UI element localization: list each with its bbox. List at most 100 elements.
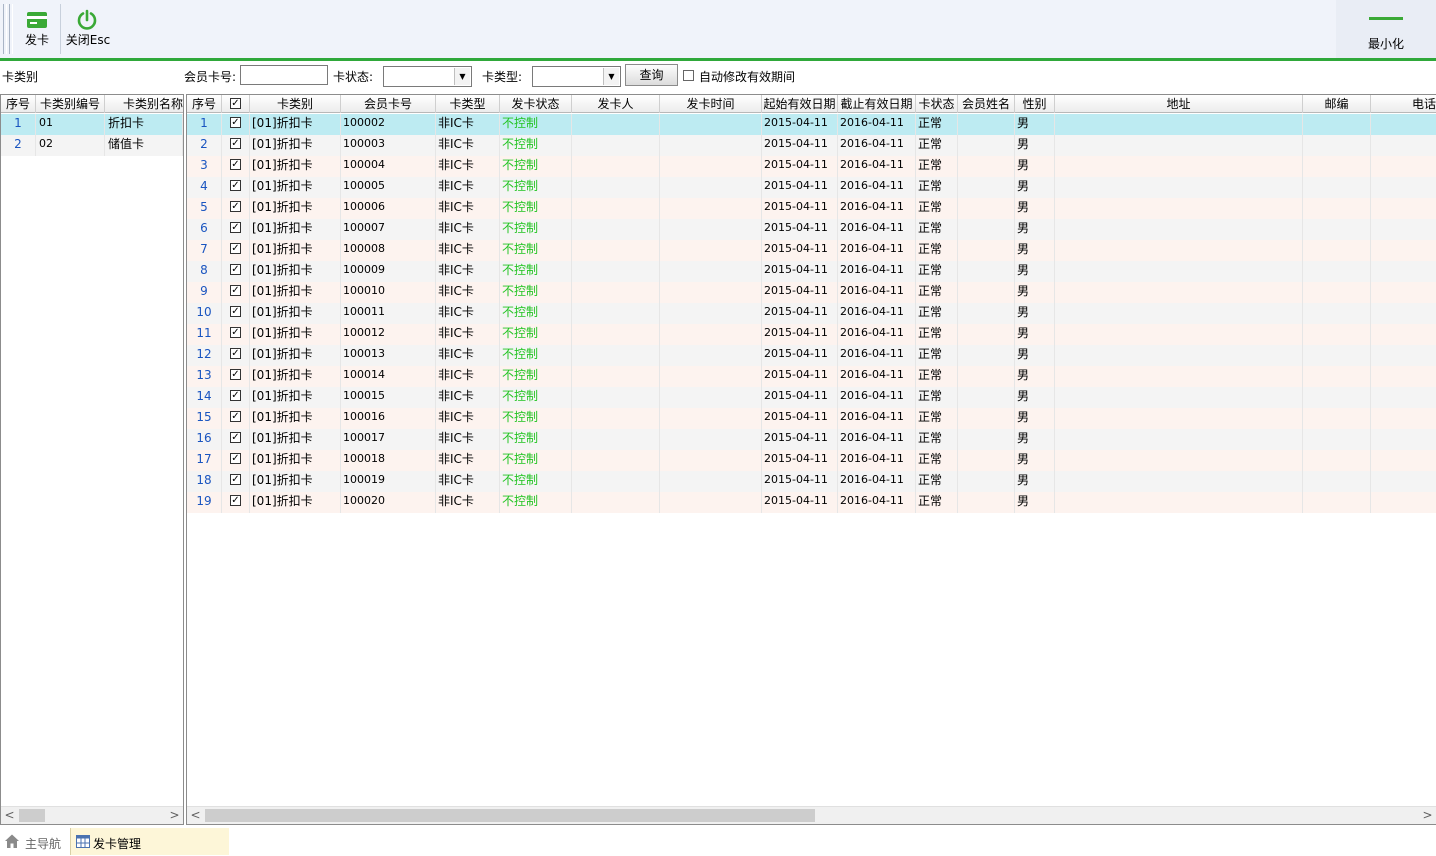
col-category-code[interactable]: 卡类别编号: [36, 95, 105, 113]
row-checkbox[interactable]: ✓: [230, 285, 241, 296]
col-card-status[interactable]: 卡状态: [916, 95, 958, 113]
table-row[interactable]: 7 ✓ [01]折扣卡 100008 非IC卡 不控制 2015-04-11 2016-04-…: [187, 240, 1436, 261]
cell-select[interactable]: ✓: [222, 198, 250, 219]
table-row[interactable]: 12 ✓ [01]折扣卡 100013 非IC卡 不控制 2015-04-11 2016-04…: [187, 345, 1436, 366]
row-checkbox[interactable]: ✓: [230, 411, 241, 422]
col-index[interactable]: 序号: [187, 95, 222, 113]
scroll-thumb[interactable]: [19, 809, 45, 822]
category-table-scrollbar[interactable]: < >: [1, 806, 183, 824]
col-card-type[interactable]: 卡类型: [436, 95, 500, 113]
card-status-select[interactable]: ▼: [383, 66, 472, 87]
row-checkbox[interactable]: ✓: [230, 474, 241, 485]
table-row[interactable]: 16 ✓ [01]折扣卡 100017 非IC卡 不控制 2015-04-11 2016-04…: [187, 429, 1436, 450]
col-zip[interactable]: 邮编: [1303, 95, 1371, 113]
col-address[interactable]: 地址: [1055, 95, 1303, 113]
row-checkbox[interactable]: ✓: [230, 432, 241, 443]
row-checkbox[interactable]: ✓: [230, 390, 241, 401]
table-row[interactable]: 3 ✓ [01]折扣卡 100004 非IC卡 不控制 2015-04-11 2016-04-…: [187, 156, 1436, 177]
cell-select[interactable]: ✓: [222, 303, 250, 324]
cell-select[interactable]: ✓: [222, 324, 250, 345]
cell-select[interactable]: ✓: [222, 177, 250, 198]
cell-select[interactable]: ✓: [222, 366, 250, 387]
scroll-right-icon[interactable]: >: [166, 807, 183, 824]
cell-select[interactable]: ✓: [222, 156, 250, 177]
cell-select[interactable]: ✓: [222, 408, 250, 429]
table-row[interactable]: 10 ✓ [01]折扣卡 100011 非IC卡 不控制 2015-04-11 2016-04…: [187, 303, 1436, 324]
col-member-name[interactable]: 会员姓名: [958, 95, 1015, 113]
cell-select[interactable]: ✓: [222, 240, 250, 261]
row-checkbox[interactable]: ✓: [230, 348, 241, 359]
col-start-date[interactable]: 起始有效日期: [762, 95, 838, 113]
cell-select[interactable]: ✓: [222, 135, 250, 156]
col-issue-time[interactable]: 发卡时间: [660, 95, 762, 113]
member-card-no-input[interactable]: [240, 65, 328, 85]
toolbar-grip[interactable]: [3, 4, 7, 54]
row-checkbox[interactable]: ✓: [230, 264, 241, 275]
row-checkbox[interactable]: ✓: [230, 453, 241, 464]
row-checkbox[interactable]: ✓: [230, 327, 241, 338]
table-row[interactable]: 11 ✓ [01]折扣卡 100012 非IC卡 不控制 2015-04-11 2016-04…: [187, 324, 1436, 345]
cell-select[interactable]: ✓: [222, 345, 250, 366]
scroll-left-icon[interactable]: <: [187, 807, 204, 824]
row-checkbox[interactable]: ✓: [230, 369, 241, 380]
tab-card-issue[interactable]: 发卡管理: [70, 828, 229, 855]
row-checkbox[interactable]: ✓: [230, 243, 241, 254]
cell-select[interactable]: ✓: [222, 429, 250, 450]
cell-select[interactable]: ✓: [222, 450, 250, 471]
row-checkbox[interactable]: ✓: [230, 306, 241, 317]
cell-select[interactable]: ✓: [222, 261, 250, 282]
scroll-thumb[interactable]: [205, 809, 815, 822]
row-checkbox[interactable]: ✓: [230, 117, 241, 128]
issue-card-button[interactable]: 发卡: [16, 4, 58, 54]
auto-modify-checkbox[interactable]: [683, 70, 694, 81]
table-row[interactable]: 4 ✓ [01]折扣卡 100005 非IC卡 不控制 2015-04-11 2016-04-…: [187, 177, 1436, 198]
row-checkbox[interactable]: ✓: [230, 138, 241, 149]
table-row[interactable]: 13 ✓ [01]折扣卡 100014 非IC卡 不控制 2015-04-11 2016-04…: [187, 366, 1436, 387]
col-gender[interactable]: 性别: [1015, 95, 1055, 113]
col-card-category[interactable]: 卡类别: [250, 95, 341, 113]
scroll-left-icon[interactable]: <: [1, 807, 18, 824]
col-category-name[interactable]: 卡类别名称: [105, 95, 183, 113]
row-checkbox[interactable]: ✓: [230, 180, 241, 191]
table-row[interactable]: 8 ✓ [01]折扣卡 100009 非IC卡 不控制 2015-04-11 2016-04-…: [187, 261, 1436, 282]
row-checkbox[interactable]: ✓: [230, 201, 241, 212]
table-row[interactable]: 19 ✓ [01]折扣卡 100020 非IC卡 不控制 2015-04-11 2016-04…: [187, 492, 1436, 513]
close-button[interactable]: 关闭Esc: [62, 4, 114, 54]
list-item[interactable]: 1 01 折扣卡: [1, 114, 183, 135]
cell-select[interactable]: ✓: [222, 219, 250, 240]
table-row[interactable]: 5 ✓ [01]折扣卡 100006 非IC卡 不控制 2015-04-11 2016-04-…: [187, 198, 1436, 219]
select-all-checkbox[interactable]: ✓: [230, 98, 241, 109]
list-item[interactable]: 2 02 储值卡: [1, 135, 183, 156]
card-type-select[interactable]: ▼: [532, 66, 621, 87]
col-select[interactable]: ✓: [222, 95, 250, 113]
tab-main-nav[interactable]: 主导航: [0, 829, 68, 855]
table-row[interactable]: 15 ✓ [01]折扣卡 100016 非IC卡 不控制 2015-04-11 2016-04…: [187, 408, 1436, 429]
col-index[interactable]: 序号: [1, 95, 36, 113]
table-row[interactable]: 17 ✓ [01]折扣卡 100018 非IC卡 不控制 2015-04-11 2016-04…: [187, 450, 1436, 471]
table-row[interactable]: 2 ✓ [01]折扣卡 100003 非IC卡 不控制 2015-04-11 2016-04-…: [187, 135, 1436, 156]
cell-select[interactable]: ✓: [222, 282, 250, 303]
col-end-date[interactable]: 截止有效日期: [838, 95, 916, 113]
col-member-card-no[interactable]: 会员卡号: [341, 95, 436, 113]
table-row[interactable]: 14 ✓ [01]折扣卡 100015 非IC卡 不控制 2015-04-11 2016-04…: [187, 387, 1436, 408]
minimize-button[interactable]: 最小化: [1336, 0, 1436, 58]
table-row[interactable]: 6 ✓ [01]折扣卡 100007 非IC卡 不控制 2015-04-11 2016-04-…: [187, 219, 1436, 240]
col-issue-status[interactable]: 发卡状态: [500, 95, 572, 113]
card-table-scrollbar[interactable]: < >: [187, 806, 1436, 824]
cell-select[interactable]: ✓: [222, 492, 250, 513]
cell-select[interactable]: ✓: [222, 114, 250, 135]
col-phone[interactable]: 电话: [1371, 95, 1436, 113]
chevron-down-icon[interactable]: ▼: [603, 68, 619, 85]
toolbar-grip[interactable]: [9, 4, 13, 54]
col-issuer[interactable]: 发卡人: [572, 95, 660, 113]
cell-select[interactable]: ✓: [222, 471, 250, 492]
table-row[interactable]: 1 ✓ [01]折扣卡 100002 非IC卡 不控制 2015-04-11 2016-04-…: [187, 114, 1436, 135]
chevron-down-icon[interactable]: ▼: [454, 68, 470, 85]
row-checkbox[interactable]: ✓: [230, 222, 241, 233]
row-checkbox[interactable]: ✓: [230, 495, 241, 506]
row-checkbox[interactable]: ✓: [230, 159, 241, 170]
cell-select[interactable]: ✓: [222, 387, 250, 408]
scroll-right-icon[interactable]: >: [1419, 807, 1436, 824]
table-row[interactable]: 18 ✓ [01]折扣卡 100019 非IC卡 不控制 2015-04-11 2016-04…: [187, 471, 1436, 492]
table-row[interactable]: 9 ✓ [01]折扣卡 100010 非IC卡 不控制 2015-04-11 2016-04-…: [187, 282, 1436, 303]
